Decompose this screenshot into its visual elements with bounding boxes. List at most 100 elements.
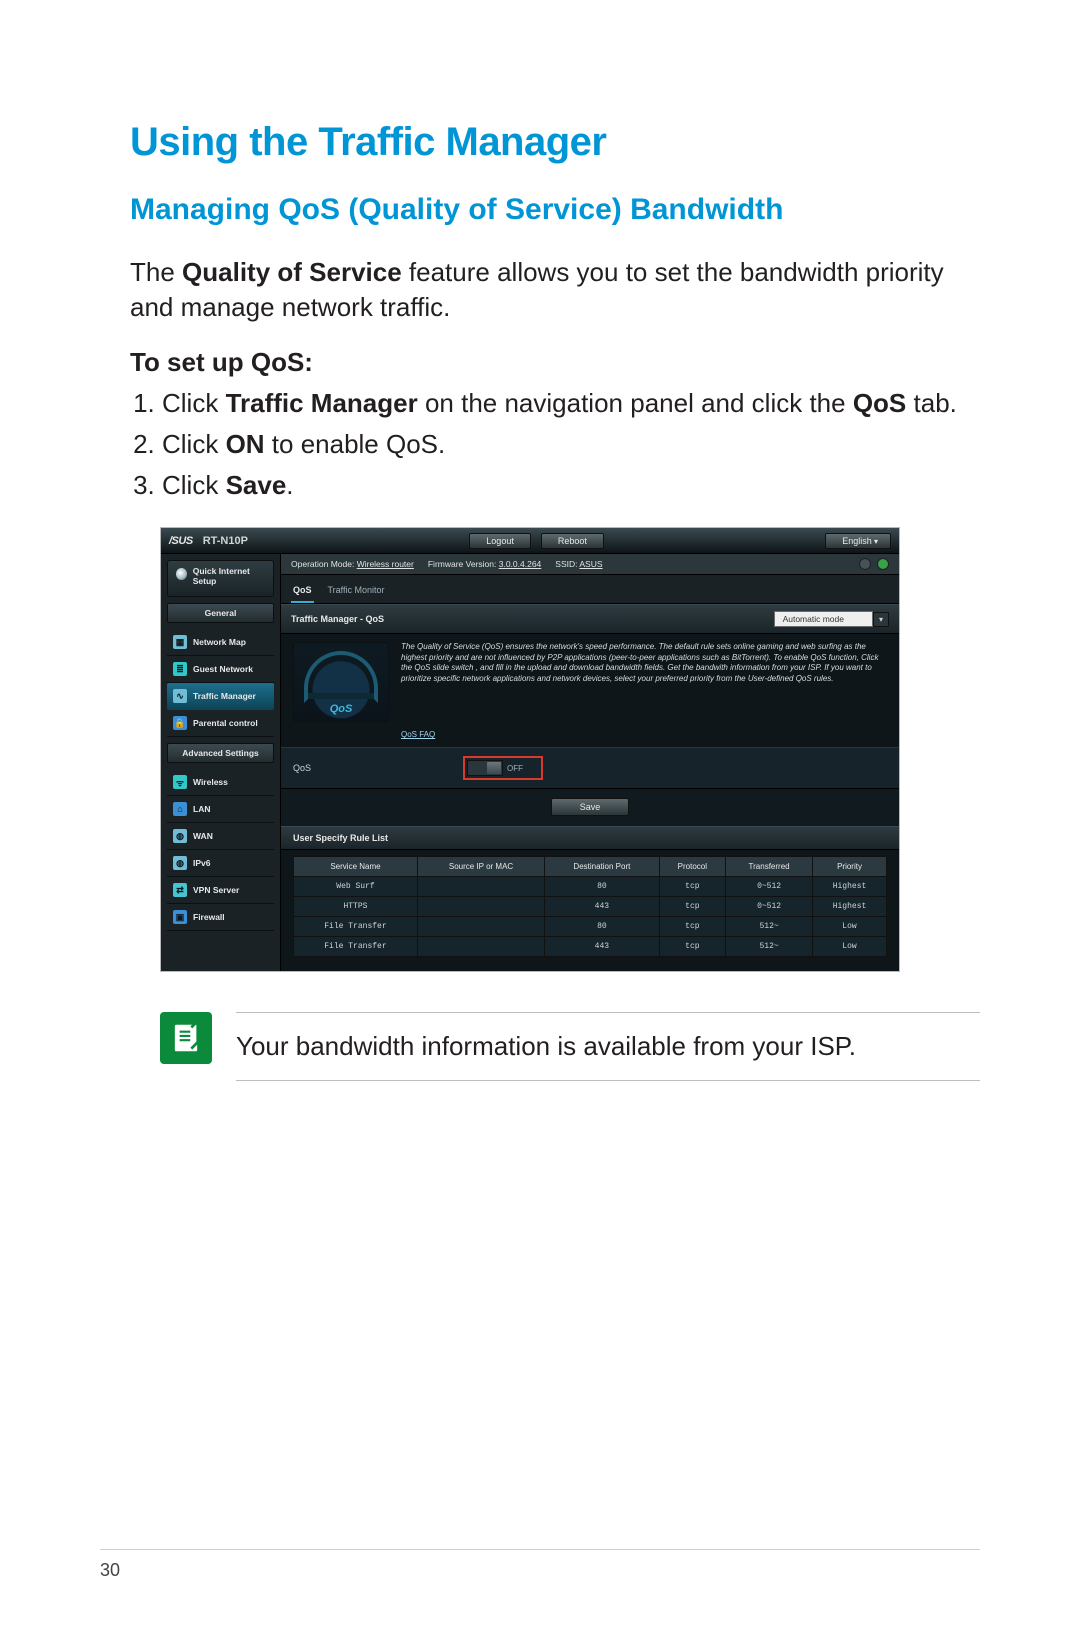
cell-dest: 443 [545,937,659,957]
fw-value[interactable]: 3.0.0.4.264 [499,559,542,569]
step2-post: to enable QoS. [265,429,446,459]
table-row: File Transfer 80 tcp 512~ Low [294,917,887,937]
cell-service: HTTPS [294,897,418,917]
cell-service: File Transfer [294,937,418,957]
vpn-icon: ⇄ [173,883,187,897]
sidebar-item-traffic-manager[interactable]: ∿ Traffic Manager [167,683,274,710]
sidebar-item-label: VPN Server [193,885,239,895]
page-subheading: Managing QoS (Quality of Service) Bandwi… [130,193,980,227]
steps-title: To set up QoS: [130,347,980,378]
cell-transfer: 0~512 [726,877,813,897]
quick-internet-setup[interactable]: Quick Internet Setup [167,560,274,597]
fw-label: Firmware Version: [428,559,497,569]
router-sidebar: Quick Internet Setup General ▦ Network M… [161,554,281,971]
cell-proto: tcp [659,917,726,937]
qos-gauge-icon: QoS [293,642,389,722]
reboot-button[interactable]: Reboot [541,533,604,549]
cell-source [417,937,544,957]
rule-table: Service Name Source IP or MAC Destinatio… [293,856,887,957]
cell-source [417,877,544,897]
cell-transfer: 0~512 [726,897,813,917]
qos-toggle-row: QoS OFF [281,747,899,789]
steps-list: Click Traffic Manager on the navigation … [130,386,980,503]
cell-dest: 80 [545,917,659,937]
logout-button[interactable]: Logout [469,533,531,549]
cell-service: File Transfer [294,917,418,937]
tab-traffic-monitor[interactable]: Traffic Monitor [326,581,387,603]
sidebar-item-label: WAN [193,831,213,841]
sidebar-item-wireless[interactable]: ᯤ Wireless [167,769,274,796]
cell-source [417,917,544,937]
save-button[interactable]: Save [551,798,630,816]
brand-logo: /SUS [169,535,193,547]
ssid-label: SSID: [555,559,577,569]
sidebar-item-label: Network Map [193,637,246,647]
step-2: Click ON to enable QoS. [162,427,980,462]
sidebar-item-label: Guest Network [193,664,253,674]
mode-select[interactable]: Automatic mode ▾ [774,611,889,627]
sidebar-item-lan[interactable]: ⌂ LAN [167,796,274,823]
wireless-icon: ᯤ [173,775,187,789]
step1-b1: Traffic Manager [226,388,418,418]
cell-priority: Highest [813,877,887,897]
cell-priority: Low [813,937,887,957]
step3-pre: Click [162,470,226,500]
sidebar-item-firewall[interactable]: ▣ Firewall [167,904,274,931]
step1-mid: on the navigation panel and click the [418,388,853,418]
refresh-icon[interactable] [877,558,889,570]
sidebar-item-ipv6[interactable]: ◍ IPv6 [167,850,274,877]
step3-b: Save [226,470,287,500]
table-row: HTTPS 443 tcp 0~512 Highest [294,897,887,917]
note-icon [160,1012,212,1064]
step1-b2: QoS [853,388,906,418]
status-icon[interactable] [859,558,871,570]
sidebar-item-guest-network[interactable]: ≣ Guest Network [167,656,274,683]
sidebar-item-label: Traffic Manager [193,691,256,701]
router-topbar: /SUS RT-N10P Logout Reboot English [161,528,899,554]
step2-b: ON [226,429,265,459]
lan-icon: ⌂ [173,802,187,816]
ssid-value[interactable]: ASUS [579,559,602,569]
sidebar-item-parental-control[interactable]: 🔒 Parental control [167,710,274,737]
qos-field-label: QoS [293,763,463,773]
sidebar-item-network-map[interactable]: ▦ Network Map [167,629,274,656]
cell-proto: tcp [659,937,726,957]
main-tabs: QoS Traffic Monitor [281,575,899,604]
qos-description-row: QoS The Quality of Service (QoS) ensures… [281,634,899,730]
page-number: 30 [100,1560,120,1580]
cell-proto: tcp [659,877,726,897]
router-screenshot: /SUS RT-N10P Logout Reboot English Quick… [160,527,900,972]
cell-priority: Low [813,917,887,937]
globe-icon [176,568,187,580]
col-proto: Protocol [659,857,726,877]
sidebar-item-label: Firewall [193,912,225,922]
intro-bold: Quality of Service [182,257,402,287]
sidebar-item-label: Parental control [193,718,258,728]
qos-toggle-state: OFF [507,764,523,773]
save-row: Save [281,789,899,826]
mode-value[interactable]: Wireless router [357,559,414,569]
step1-post: tab. [906,388,957,418]
gauge-label: QoS [294,703,388,715]
sidebar-item-vpn-server[interactable]: ⇄ VPN Server [167,877,274,904]
network-map-icon: ▦ [173,635,187,649]
cell-source [417,897,544,917]
traffic-manager-icon: ∿ [173,689,187,703]
quick-setup-label: Quick Internet Setup [193,567,267,586]
sidebar-item-wan[interactable]: ◍ WAN [167,823,274,850]
step3-post: . [286,470,293,500]
mode-select-value: Automatic mode [774,611,873,627]
cell-priority: Highest [813,897,887,917]
cell-transfer: 512~ [726,917,813,937]
cell-dest: 80 [545,877,659,897]
step2-pre: Click [162,429,226,459]
section-title: Traffic Manager - QoS [291,614,384,624]
language-select[interactable]: English [825,533,891,549]
qos-faq-link[interactable]: QoS FAQ [281,730,899,747]
sidebar-section-general: General [167,603,274,623]
col-transfer: Transferred [726,857,813,877]
lock-icon: 🔒 [173,716,187,730]
tab-qos[interactable]: QoS [291,581,314,603]
qos-toggle[interactable] [467,760,503,776]
note-text: Your bandwidth information is available … [236,1012,980,1081]
